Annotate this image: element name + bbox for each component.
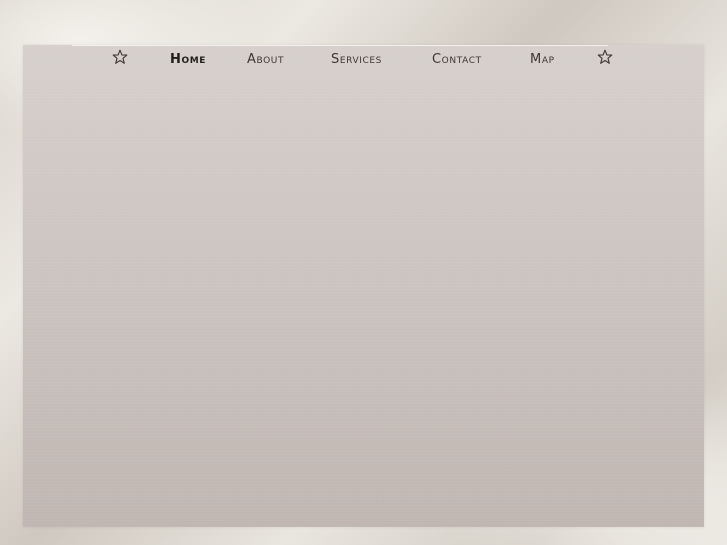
nav-map[interactable]: Map xyxy=(530,52,555,67)
star-icon xyxy=(112,49,128,65)
nav-divider xyxy=(72,45,608,46)
content-panel xyxy=(23,45,704,527)
nav-contact[interactable]: Contact xyxy=(432,52,482,67)
nav-about[interactable]: About xyxy=(247,52,284,67)
nav-home[interactable]: Home xyxy=(170,52,206,67)
nav-services[interactable]: Services xyxy=(331,52,382,67)
main-nav: Home About Services Contact Map xyxy=(0,47,727,71)
star-icon xyxy=(597,49,613,65)
